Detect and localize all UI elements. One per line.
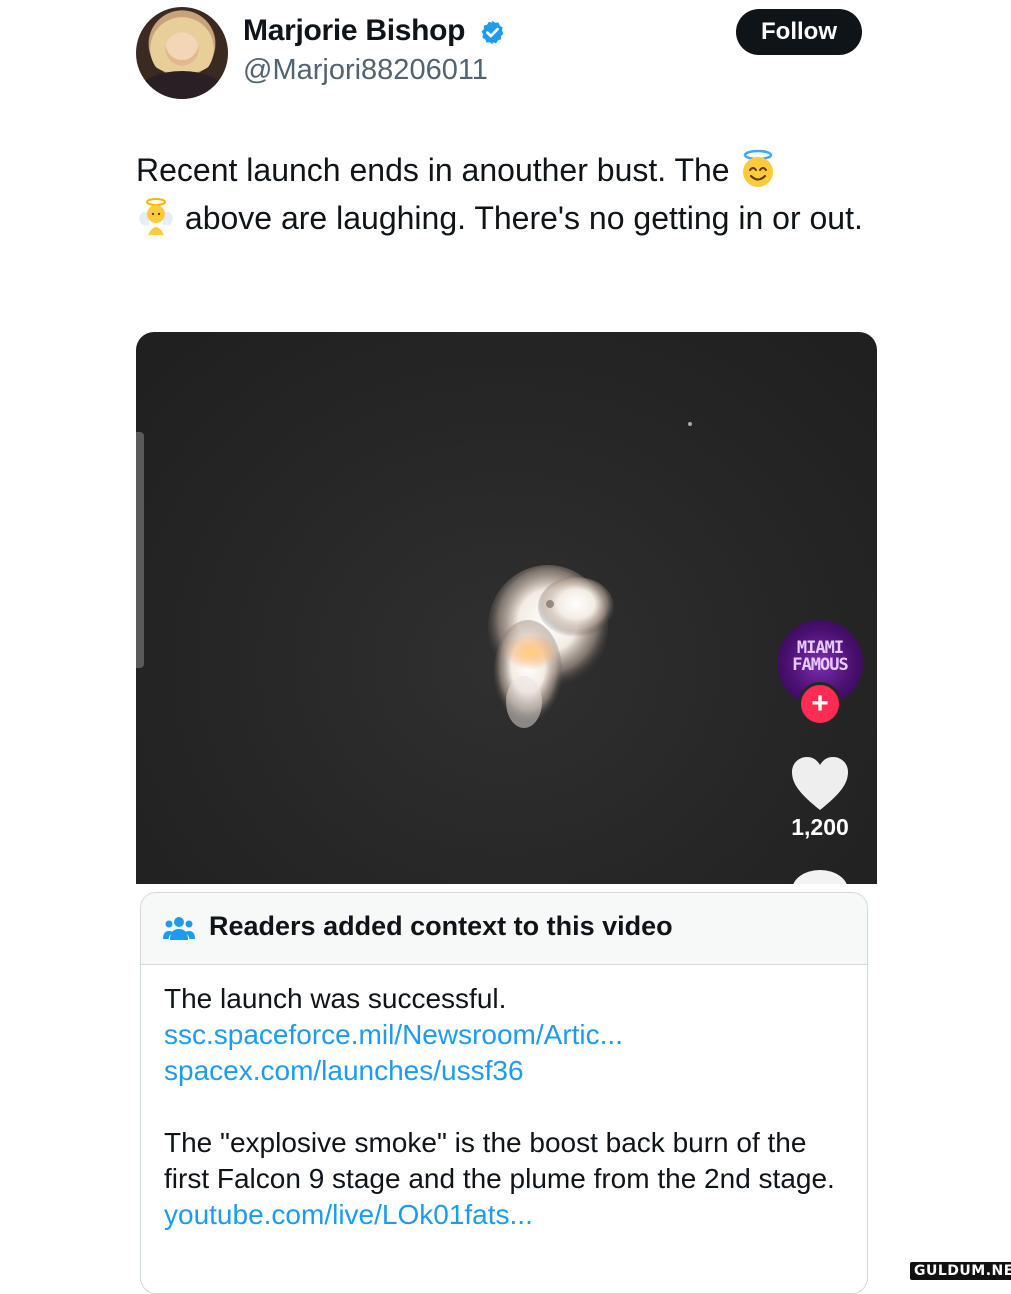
follow-button[interactable]: Follow xyxy=(736,9,862,55)
author-display-name[interactable]: Marjorie Bishop xyxy=(243,14,466,48)
smiling-face-with-halo-icon xyxy=(743,149,774,187)
heart-icon[interactable] xyxy=(790,756,850,812)
verified-badge-icon xyxy=(481,20,504,45)
author-handle[interactable]: @Marjori88206011 xyxy=(243,54,488,87)
note-spacer xyxy=(164,1089,854,1125)
community-note-header: Readers added context to this video xyxy=(141,893,867,965)
avatar-hair xyxy=(146,13,218,73)
site-watermark: GULDUM.NET xyxy=(910,1262,1011,1280)
follow-creator-button[interactable]: + xyxy=(798,682,842,726)
author-avatar[interactable] xyxy=(136,7,228,99)
comment-icon[interactable] xyxy=(792,870,848,884)
explosion-plume-image xyxy=(488,565,614,728)
note-paragraph: The launch was successful. xyxy=(164,983,507,1014)
baby-angel-icon xyxy=(139,198,173,235)
avatar-shoulders xyxy=(140,71,224,99)
tweet-text-part1: Recent launch ends in anouther bust. The xyxy=(136,152,739,188)
note-link-spaceforce[interactable]: ssc.spaceforce.mil/Newsroom/Artic... xyxy=(164,1017,854,1053)
note-link-spacex[interactable]: spacex.com/launches/ussf36 xyxy=(164,1053,854,1089)
tweet-text: Recent launch ends in anouther bust. The… xyxy=(136,146,876,242)
community-note: Readers added context to this video The … xyxy=(140,892,868,1294)
community-note-body: The launch was successful. ssc.spaceforc… xyxy=(164,981,854,1233)
community-note-title: Readers added context to this video xyxy=(209,911,673,941)
readers-icon xyxy=(163,917,195,940)
video-speck xyxy=(688,422,692,426)
note-paragraph: The "explosive smoke" is the boost back … xyxy=(164,1127,835,1194)
note-link-youtube[interactable]: youtube.com/live/LOk01fats... xyxy=(164,1197,854,1233)
tweet-text-part2: above are laughing. There's no getting i… xyxy=(176,200,863,236)
like-count: 1,200 xyxy=(791,814,849,840)
video-scroll-handle[interactable] xyxy=(136,432,144,668)
creator-avatar-text: MIAMI FAMOUS xyxy=(792,638,848,675)
tweet-video[interactable]: MIAMI FAMOUS + 1,200 xyxy=(136,332,877,884)
